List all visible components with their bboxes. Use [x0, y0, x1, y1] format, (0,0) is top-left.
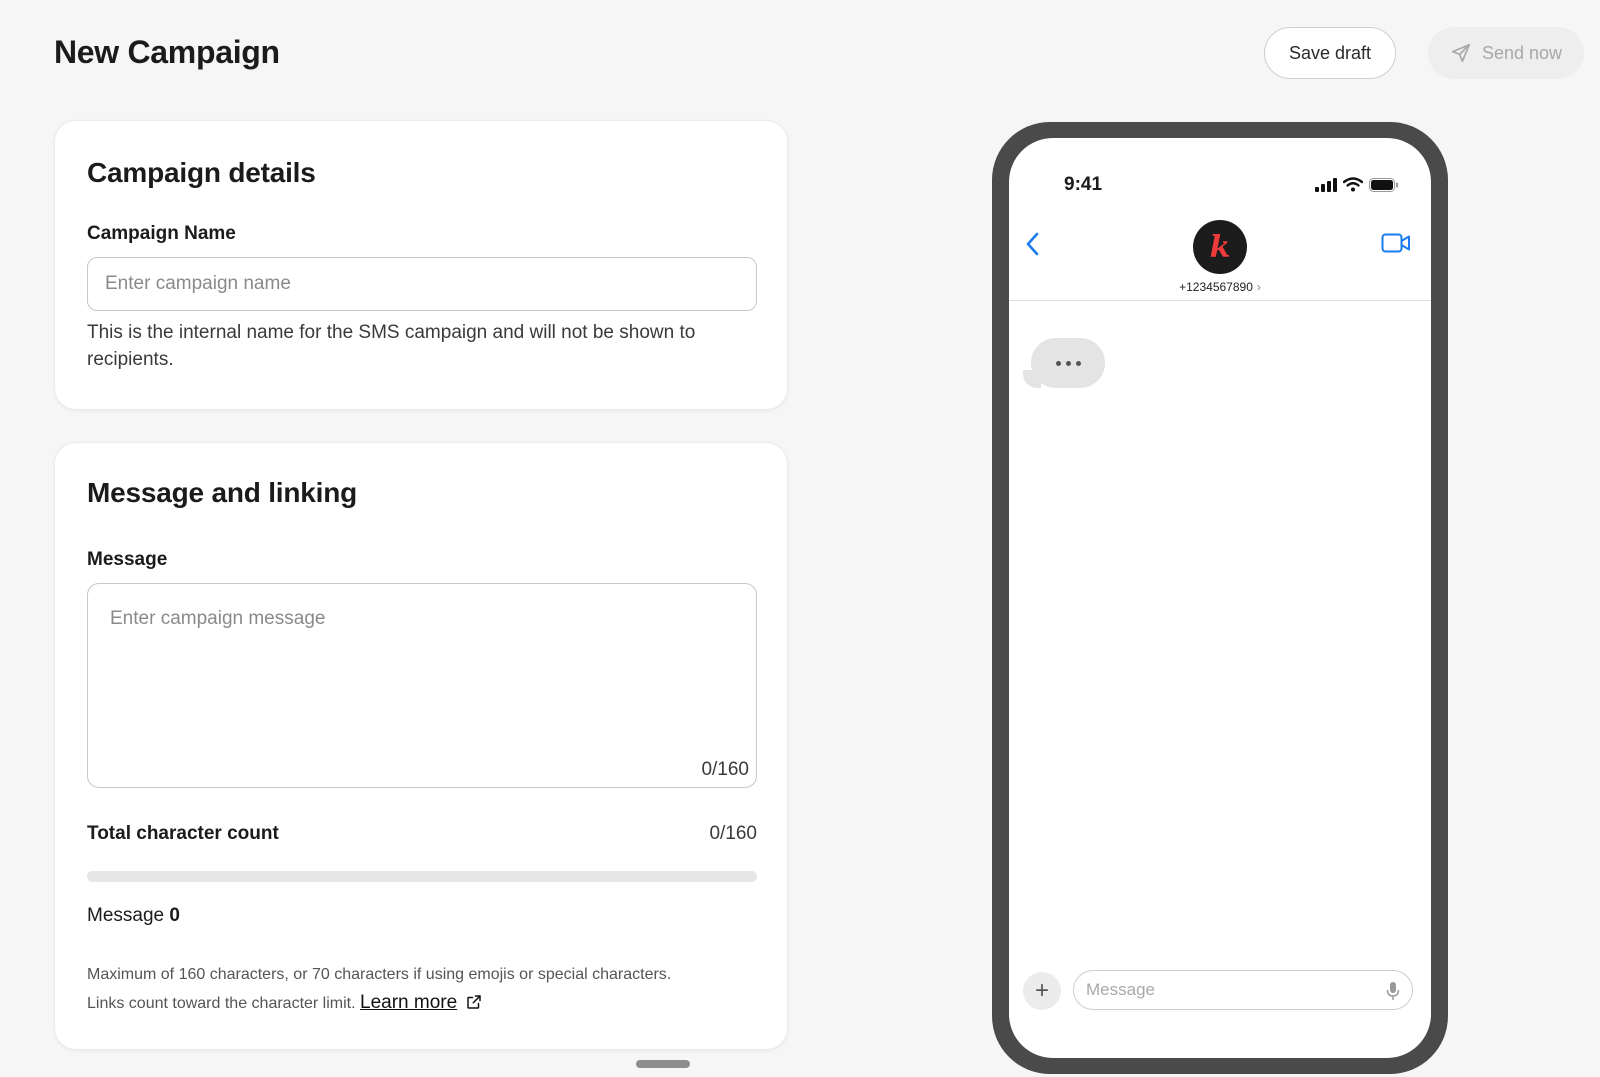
avatar-letter: k	[1209, 229, 1231, 265]
attach-plus-button[interactable]: +	[1023, 972, 1061, 1010]
contact-chevron-icon: ›	[1256, 280, 1261, 294]
learn-more-link[interactable]: Learn more	[360, 992, 457, 1013]
send-icon	[1451, 43, 1471, 63]
typing-dot	[1055, 360, 1061, 366]
phone-screen: 9:41 k +1234567890 › + Message	[1009, 138, 1431, 1058]
page-title: New Campaign	[54, 34, 280, 70]
conversation-divider	[1009, 300, 1431, 301]
typing-dot	[1065, 360, 1071, 366]
message-segment-value: 0	[169, 905, 180, 926]
campaign-name-input[interactable]	[87, 257, 757, 311]
message-textarea-wrapper: 0/160	[87, 583, 757, 788]
message-segment-count: Message 0	[87, 905, 180, 927]
scroll-handle[interactable]	[636, 1060, 690, 1068]
video-call-icon[interactable]	[1381, 232, 1411, 254]
status-time: 9:41	[1064, 174, 1103, 195]
back-chevron-icon[interactable]	[1023, 230, 1043, 258]
fineprint-line-2-text: Links count toward the character limit.	[87, 995, 356, 1012]
total-character-count: 0/160	[709, 823, 757, 844]
send-now-label: Send now	[1481, 42, 1563, 63]
save-draft-button[interactable]: Save draft	[1264, 27, 1396, 79]
microphone-icon[interactable]	[1386, 981, 1400, 1001]
phone-preview: 9:41 k +1234567890 › + Message	[992, 122, 1448, 1074]
campaign-name-label: Campaign Name	[87, 223, 236, 244]
message-char-counter: 0/160	[701, 759, 749, 780]
fineprint-line-2: Links count toward the character limit. …	[87, 989, 757, 1018]
send-now-button[interactable]: Send now	[1428, 27, 1584, 79]
campaign-name-helper: This is the internal name for the SMS ca…	[87, 322, 696, 370]
status-icons	[1315, 177, 1399, 192]
contact-avatar[interactable]: k	[1193, 220, 1247, 274]
battery-icon	[1369, 177, 1398, 192]
character-progress-bar	[87, 871, 757, 882]
message-label: Message	[87, 549, 168, 570]
wifi-icon	[1343, 177, 1363, 192]
phone-message-input-wrapper	[1073, 970, 1413, 1010]
contact-number-text: +1234567890	[1179, 280, 1253, 294]
fineprint-line-1: Maximum of 160 characters, or 70 charact…	[87, 966, 672, 983]
typing-dot	[1075, 360, 1081, 366]
contact-number[interactable]: +1234567890 ›	[1009, 280, 1431, 294]
phone-message-input[interactable]	[1074, 971, 1412, 1009]
message-segment-label: Message	[87, 905, 165, 926]
total-character-label: Total character count	[87, 823, 279, 844]
external-link-icon[interactable]	[465, 993, 483, 1011]
character-limit-note: Maximum of 160 characters, or 70 charact…	[87, 961, 757, 1018]
campaign-details-card: Campaign details Campaign Name This is t…	[54, 120, 788, 410]
message-linking-heading: Message and linking	[87, 477, 358, 508]
message-linking-card: Message and linking Message 0/160 Total …	[54, 442, 788, 1050]
total-character-row: Total character count 0/160	[87, 823, 757, 845]
campaign-details-heading: Campaign details	[87, 157, 316, 188]
typing-indicator-bubble	[1031, 338, 1105, 388]
message-textarea[interactable]	[88, 584, 756, 787]
signal-icon	[1315, 177, 1337, 192]
